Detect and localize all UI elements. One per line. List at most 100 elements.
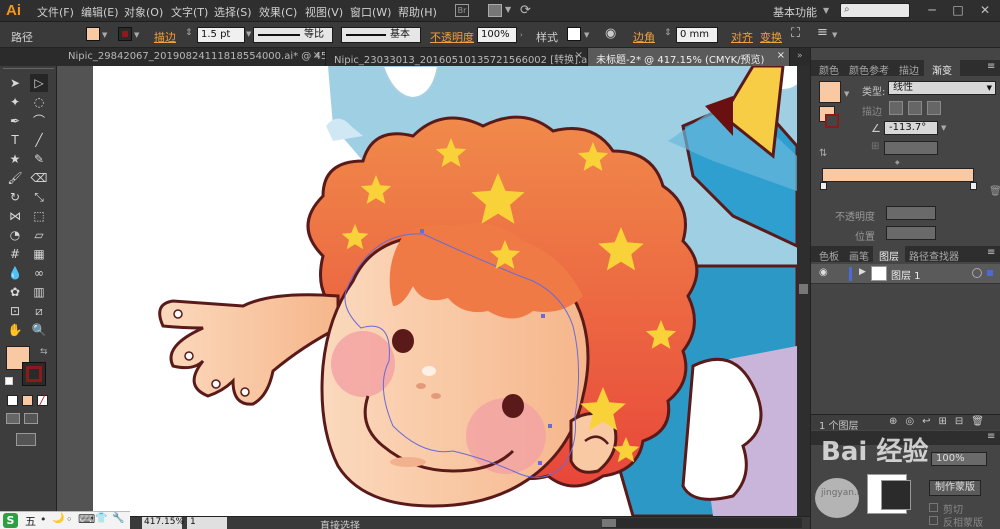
document-tab[interactable]: Nipic_23033013_20160510135721566002 [转换]… <box>326 48 588 66</box>
pencil-tool[interactable]: ✎ <box>30 150 48 168</box>
corner-radius-field[interactable]: 0 mm <box>676 27 718 43</box>
layer-action-icons[interactable]: ⊕◎↩⊞⊟🗑 <box>889 416 992 427</box>
menu-select[interactable]: 选择(S) <box>214 4 252 20</box>
wubi-icon[interactable]: 五 <box>25 513 36 529</box>
panel-menu-icon[interactable]: ≡ <box>987 247 995 258</box>
gradient-stop-left[interactable] <box>820 182 827 190</box>
gradient-mode-button[interactable] <box>22 395 33 406</box>
variable-width-profile[interactable]: 等比 <box>253 27 333 43</box>
tab-layers[interactable]: 图层 <box>879 248 899 263</box>
corner-label[interactable]: 边角 <box>633 29 655 45</box>
graphic-style-swatch[interactable] <box>567 27 581 41</box>
zoom-field[interactable]: 417.15% <box>142 517 184 529</box>
clip-checkbox[interactable] <box>929 503 938 512</box>
moon-icon[interactable]: 🌙 <box>52 513 64 524</box>
eyedropper-tool[interactable]: 💧 <box>6 264 24 282</box>
vertical-scrollbar[interactable] <box>797 66 810 516</box>
target-icon[interactable] <box>972 268 982 278</box>
menu-window[interactable]: 窗口(W) <box>350 4 391 20</box>
opacity-label[interactable]: 不透明度 <box>430 29 474 45</box>
stroke-swatch[interactable] <box>118 27 132 41</box>
input-method-icon[interactable]: S <box>3 513 18 528</box>
stepper-icon[interactable]: ⇕ <box>664 28 672 38</box>
stroke-label[interactable]: 描边 <box>154 29 176 45</box>
angle-field[interactable]: -113.7° <box>884 121 938 135</box>
minimize-button[interactable]: ─ <box>924 3 940 18</box>
chevron-down-icon[interactable]: ▼ <box>505 5 511 14</box>
graph-tool[interactable]: ▥ <box>30 283 48 301</box>
menu-help[interactable]: 帮助(H) <box>398 4 437 20</box>
transparency-opacity-field[interactable]: 100% <box>931 452 987 466</box>
panel-menu-icon[interactable]: ≡ <box>817 25 828 40</box>
panel-menu-icon[interactable]: ≡ <box>987 61 995 72</box>
eye-icon[interactable]: ◉ <box>819 267 828 278</box>
eraser-tool[interactable]: ⌫ <box>30 169 48 187</box>
stroke-gradient-option[interactable] <box>927 101 941 115</box>
menu-object[interactable]: 对象(O) <box>124 4 163 20</box>
horizontal-scrollbar[interactable] <box>602 518 802 528</box>
punctuation-icon[interactable]: • <box>40 513 47 526</box>
scroll-thumb[interactable] <box>799 284 808 294</box>
stroke-gradient-option[interactable] <box>908 101 922 115</box>
chevron-down-icon[interactable]: ▼ <box>832 31 837 39</box>
symbol-sprayer-tool[interactable]: ✿ <box>6 283 24 301</box>
gradient-stop-right[interactable] <box>970 182 977 190</box>
stroke-gradient-option[interactable] <box>889 101 903 115</box>
scale-tool[interactable]: ⤡ <box>30 188 48 206</box>
paintbrush-tool[interactable]: 🖌 <box>6 169 24 187</box>
slice-tool[interactable]: ⧄ <box>30 302 48 320</box>
chevron-down-icon[interactable]: ▼ <box>102 31 107 39</box>
reverse-gradient-icon[interactable]: ⇅ <box>819 148 827 159</box>
color-mode-button[interactable] <box>7 395 18 406</box>
pen-tool[interactable]: ✒ <box>6 112 24 130</box>
midpoint-diamond-icon[interactable]: ◆ <box>895 159 900 166</box>
chevron-down-icon[interactable]: ▼ <box>823 6 829 15</box>
make-mask-button[interactable]: 制作蒙版 <box>929 480 981 496</box>
gradient-slider[interactable] <box>822 168 974 182</box>
selection-indicator[interactable] <box>987 270 993 276</box>
isolate-selection-icon[interactable]: ⛶ <box>791 26 800 41</box>
line-tool[interactable]: ╱ <box>30 131 48 149</box>
swap-fill-stroke-icon[interactable]: ⇆ <box>40 347 48 357</box>
tab-color-guide[interactable]: 颜色参考 <box>849 62 889 77</box>
selection-tool[interactable]: ➤ <box>6 74 24 92</box>
search-input[interactable]: ⌕ <box>840 3 910 18</box>
recolor-artwork-icon[interactable]: ◉ <box>605 26 616 41</box>
magic-wand-tool[interactable]: ✦ <box>6 93 24 111</box>
chevron-down-icon[interactable]: › <box>520 31 523 39</box>
screen-mode-icon[interactable] <box>16 433 36 446</box>
curvature-tool[interactable]: ⌒ <box>30 112 48 130</box>
direct-selection-tool[interactable]: ▷ <box>30 74 48 92</box>
stroke-weight-field[interactable]: 1.5 pt <box>197 27 245 43</box>
close-icon[interactable]: × <box>313 50 321 61</box>
tab-swatches[interactable]: 色板 <box>819 248 839 263</box>
close-icon[interactable]: × <box>575 50 583 61</box>
rotate-tool[interactable]: ↻ <box>6 188 24 206</box>
skin-icon[interactable]: 👕 <box>95 513 107 524</box>
default-colors-icon[interactable] <box>5 377 13 385</box>
transform-link[interactable]: 变换 <box>760 29 782 45</box>
dot-icon[interactable]: ◦ <box>66 513 73 526</box>
hand-tool[interactable]: ✋ <box>6 321 24 339</box>
perspective-tool[interactable]: ▱ <box>30 226 48 244</box>
chevron-down-icon[interactable]: ▼ <box>246 30 251 38</box>
free-transform-tool[interactable]: ⬚ <box>30 207 48 225</box>
menu-edit[interactable]: 编辑(E) <box>81 4 119 20</box>
artboard[interactable] <box>93 66 797 516</box>
gradient-tool[interactable]: ▦ <box>30 245 48 263</box>
opacity-field[interactable]: 100% <box>477 27 517 43</box>
bridge-icon[interactable]: Br <box>455 4 469 17</box>
layer-row[interactable]: ◉ ▶ 图层 1 <box>811 264 1000 284</box>
tab-stroke[interactable]: 描边 <box>899 62 919 77</box>
stop-opacity-field[interactable] <box>886 206 936 220</box>
stepper-icon[interactable]: ⇕ <box>185 28 193 38</box>
panel-menu-icon[interactable]: ≡ <box>987 431 995 442</box>
mesh-tool[interactable]: # <box>6 245 24 263</box>
menu-file[interactable]: 文件(F) <box>37 4 74 20</box>
gradient-type-select[interactable]: 线性 ▼ <box>888 81 996 95</box>
tab-color[interactable]: 颜色 <box>819 62 839 77</box>
blend-tool[interactable]: ∞ <box>30 264 48 282</box>
workspace-switcher[interactable]: 基本功能 <box>773 4 817 20</box>
menu-effect[interactable]: 效果(C) <box>259 4 297 20</box>
artboard-tool[interactable]: ⊡ <box>6 302 24 320</box>
